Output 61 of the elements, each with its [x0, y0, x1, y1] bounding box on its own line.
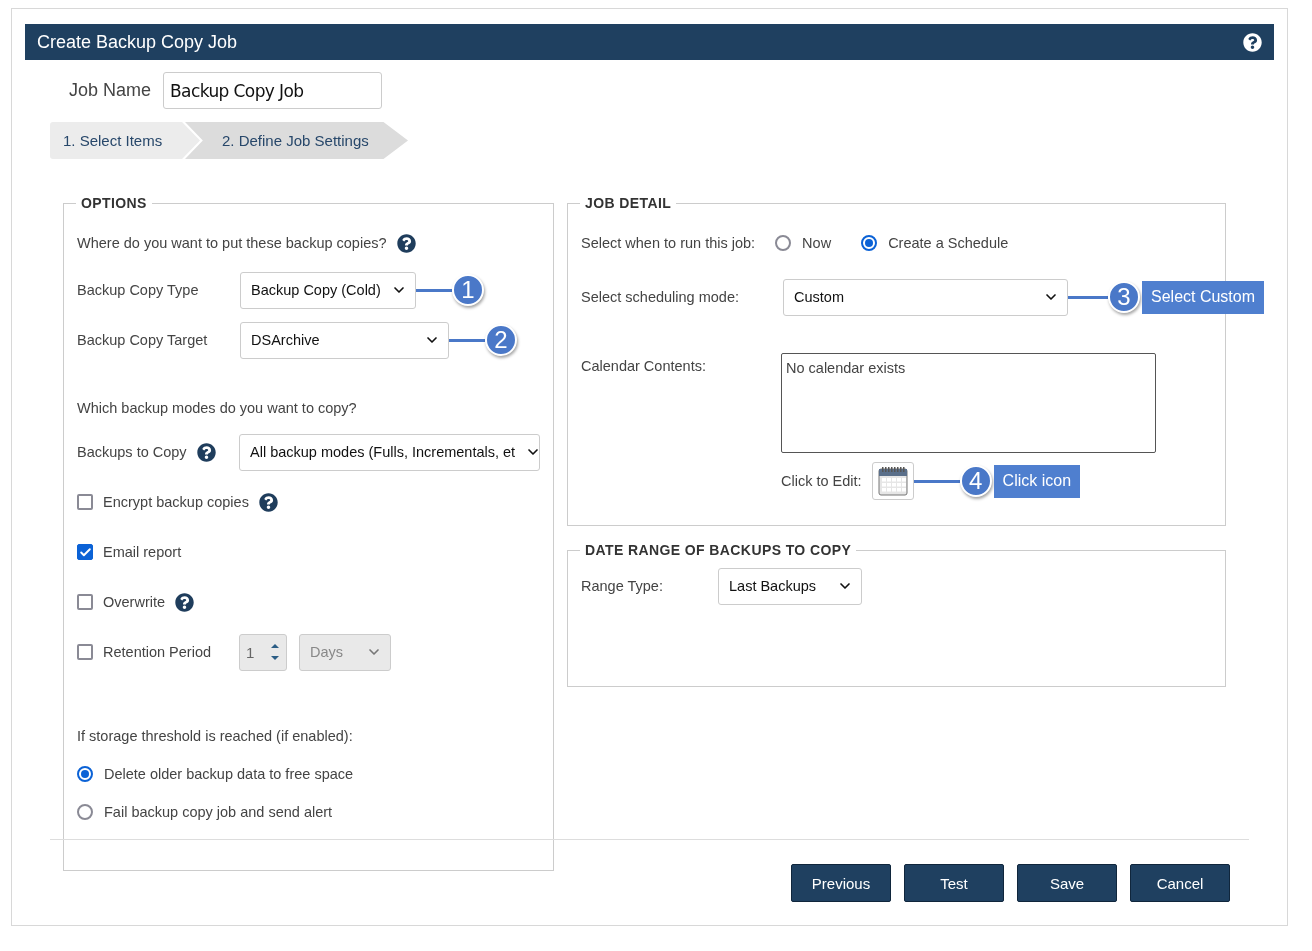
calendar-button[interactable]: [871, 462, 914, 500]
field-label: Calendar Contents:: [581, 358, 707, 374]
calendar-contents-box: No calendar exists: [781, 353, 1156, 453]
checkbox-label: Email report: [103, 544, 182, 560]
radio-label: Create a Schedule: [888, 235, 1009, 251]
radio-button[interactable]: [775, 235, 792, 251]
help-icon[interactable]: [1243, 32, 1262, 52]
section-title: JOB DETAIL: [584, 195, 673, 211]
calendar-icon: [877, 466, 908, 496]
step-number-marker: 1: [452, 274, 484, 306]
radio-button[interactable]: [861, 235, 878, 251]
radio-button[interactable]: [77, 766, 93, 782]
section-title: DATE RANGE OF BACKUPS TO COPY: [584, 542, 853, 558]
checkbox-label: Retention Period: [103, 644, 211, 660]
help-icon[interactable]: [396, 233, 416, 253]
checkbox[interactable]: [77, 494, 93, 510]
action-button[interactable]: Cancel: [1130, 864, 1230, 902]
checkbox-label: Encrypt backup copies: [103, 494, 249, 510]
field-label: Select scheduling mode:: [581, 289, 740, 305]
field-label: Click to Edit:: [781, 473, 862, 489]
section-title: OPTIONS: [80, 195, 148, 211]
field-label: Backup Copy Target: [77, 332, 209, 348]
wizard-step[interactable]: 1. Select Items: [50, 122, 200, 159]
dropdown[interactable]: All backup modes (Fulls, Incrementals, et: [239, 433, 540, 471]
wizard-step[interactable]: 2. Define Job Settings: [185, 122, 408, 159]
radio-label: Delete older backup data to free space: [104, 766, 354, 782]
dropdown[interactable]: Last Backups: [718, 567, 862, 605]
section-question: Which backup modes do you want to copy?: [77, 400, 357, 416]
step-number-marker: 4: [959, 465, 992, 497]
field-label: Backup Copy Type: [77, 282, 200, 298]
action-button[interactable]: Test: [904, 864, 1004, 902]
action-button[interactable]: Save: [1017, 864, 1117, 902]
callout-label: Click icon: [993, 464, 1081, 498]
checkbox-label: Overwrite: [103, 594, 166, 610]
step-number-marker: 2: [485, 324, 517, 356]
radio-button[interactable]: [77, 804, 93, 820]
field-label: Select when to run this job:: [581, 235, 756, 251]
radio-label: Now: [802, 235, 832, 251]
radio-label: Fail backup copy job and send alert: [104, 804, 333, 820]
leader-line: [1068, 295, 1108, 299]
help-icon[interactable]: [258, 492, 278, 512]
help-icon[interactable]: [196, 442, 216, 462]
leader-line: [449, 338, 485, 342]
dropdown[interactable]: Backup Copy (Cold): [240, 271, 416, 309]
job-name-field[interactable]: Backup Copy Job: [163, 72, 383, 109]
field-label: Backups to Copy: [77, 444, 187, 460]
section-question: If storage threshold is reached (if enabled):: [77, 728, 353, 744]
leader-line: [416, 288, 452, 292]
checkbox[interactable]: [77, 544, 93, 560]
action-button[interactable]: Previous: [791, 864, 891, 902]
field-label: Range Type:: [581, 578, 664, 594]
help-icon[interactable]: [175, 592, 195, 612]
field-label: Job Name: [69, 80, 152, 101]
leader-line: [913, 479, 960, 483]
window-title: Create Backup Copy Job: [37, 31, 238, 53]
step-number-marker: 3: [1108, 281, 1140, 313]
section-question: Where do you want to put these backup copies?: [77, 235, 387, 251]
checkbox[interactable]: [77, 594, 93, 610]
callout-label: Select Custom: [1142, 280, 1265, 314]
dropdown[interactable]: Custom: [783, 278, 1068, 316]
dropdown[interactable]: DSArchive: [240, 321, 449, 359]
